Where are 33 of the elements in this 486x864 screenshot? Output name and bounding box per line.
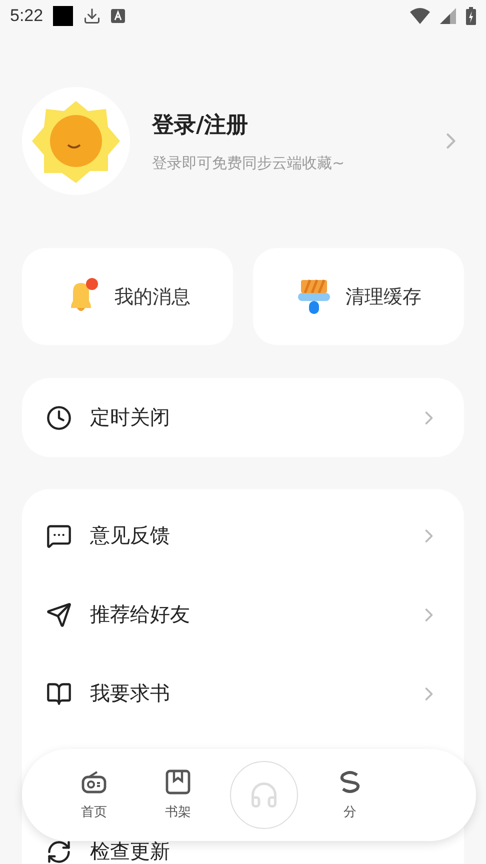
login-subtitle: 登录即可免费同步云端收藏~	[152, 154, 346, 172]
timer-label: 定时关闭	[90, 404, 171, 431]
quick-action-card[interactable]: 清理缓存	[253, 248, 464, 345]
book-icon	[46, 680, 72, 706]
timer-card[interactable]: 定时关闭	[22, 378, 464, 457]
nav-tab[interactable]: 分	[344, 803, 356, 821]
refresh-icon	[46, 838, 72, 864]
quick-action-label: 清理缓存	[346, 284, 422, 310]
bookmark-book-icon	[165, 769, 191, 795]
player-button[interactable]	[230, 761, 298, 829]
avatar[interactable]	[22, 87, 130, 195]
radio-icon	[81, 769, 107, 795]
clock-icon	[46, 404, 72, 430]
menu-item[interactable]: 推荐给好友	[90, 601, 400, 628]
nav-tab[interactable]: 书架	[165, 803, 191, 821]
notification-square-icon	[53, 6, 74, 26]
menu-item[interactable]: 我要求书	[90, 680, 400, 707]
battery-icon	[466, 7, 476, 25]
wifi-icon	[410, 8, 430, 24]
menu-item[interactable]: 意见反馈	[90, 522, 400, 549]
quick-action-card[interactable]: 我的消息	[22, 248, 233, 345]
chat-icon	[46, 522, 72, 548]
status-time: 5:22	[10, 6, 44, 26]
signal-icon	[440, 8, 456, 24]
download-icon	[83, 7, 102, 25]
keyboard-icon	[111, 9, 126, 23]
quick-action-label: 我的消息	[114, 284, 190, 310]
headphones-icon	[249, 780, 279, 810]
menu-item[interactable]: 检查更新	[90, 838, 440, 864]
brush-icon	[296, 276, 332, 316]
login-title[interactable]: 登录/注册	[152, 110, 438, 140]
nav-tab[interactable]: 首页	[81, 803, 107, 821]
share-icon	[46, 602, 72, 628]
